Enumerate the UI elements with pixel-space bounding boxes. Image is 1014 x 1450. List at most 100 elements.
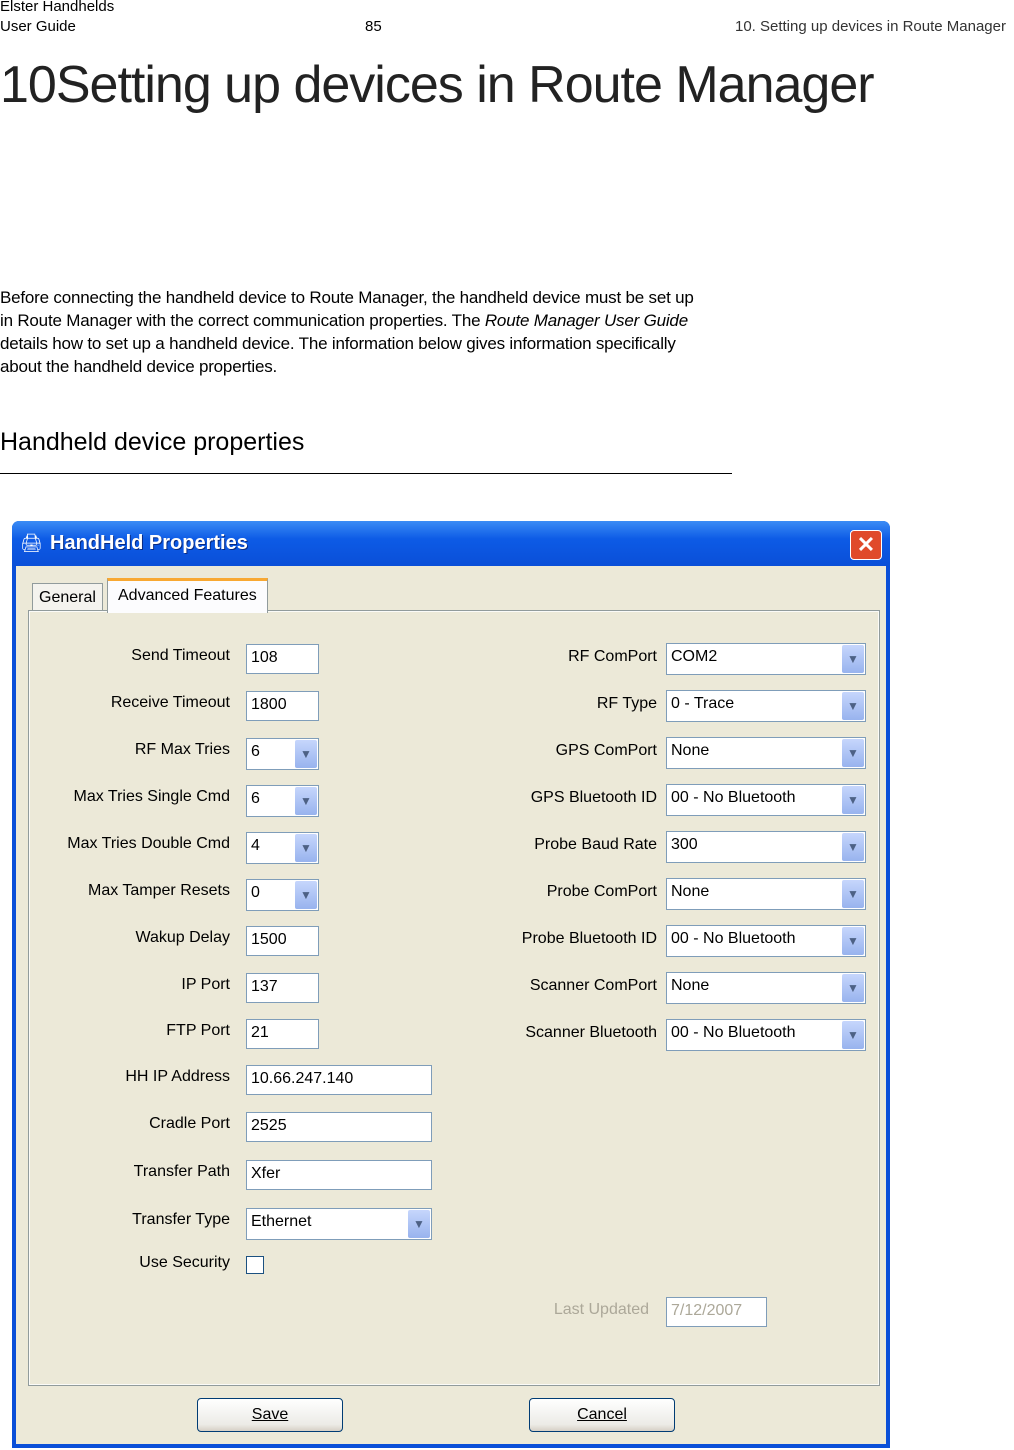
close-button[interactable]: ✕	[850, 530, 882, 560]
field-value: Ethernet	[251, 1213, 312, 1230]
rf-type-select[interactable]: 0 - Trace ▼	[666, 690, 866, 722]
field-value: 300	[671, 836, 698, 853]
probe-bluetooth-id-select[interactable]: 00 - No Bluetooth ▼	[666, 925, 866, 957]
send-timeout-input[interactable]: 108	[246, 644, 319, 674]
intro-paragraph: Before connecting the handheld device to…	[0, 286, 700, 378]
scanner-comport-select[interactable]: None ▼	[666, 972, 866, 1004]
field-label: Max Tries Single Cmd	[73, 788, 231, 805]
field-value: 1500	[251, 931, 287, 948]
field-label: Receive Timeout	[110, 694, 230, 711]
field-value: 108	[251, 649, 278, 666]
rf-max-tries-select[interactable]: 6 ▼	[246, 738, 319, 770]
handheld-icon: 🖨	[20, 533, 43, 553]
chevron-down-icon[interactable]: ▼	[842, 645, 864, 673]
tab-advanced-features[interactable]: Advanced Features	[107, 578, 268, 613]
divider	[0, 473, 732, 474]
cancel-button[interactable]: Cancel	[529, 1398, 675, 1432]
save-label: Save	[251, 1406, 289, 1423]
field-label: Scanner Bluetooth	[525, 1024, 657, 1041]
last-updated-label: Last Updated	[553, 1301, 649, 1318]
field-value: COM2	[671, 648, 718, 665]
chevron-down-icon[interactable]: ▼	[842, 1021, 864, 1049]
field-value: Xfer	[251, 1165, 281, 1182]
chevron-down-icon[interactable]: ▼	[842, 974, 864, 1002]
chevron-down-icon[interactable]: ▼	[842, 786, 864, 814]
field-value: 137	[251, 978, 278, 995]
field-value: 21	[251, 1024, 269, 1041]
dialog-title: HandHeld Properties	[50, 532, 248, 554]
field-value: 6	[251, 743, 260, 760]
chevron-down-icon[interactable]: ▼	[842, 927, 864, 955]
header-doc: User Guide	[0, 18, 76, 35]
field-label: IP Port	[181, 976, 230, 993]
field-value: 00 - No Bluetooth	[671, 1024, 796, 1041]
title-bar[interactable]: 🖨 HandHeld Properties ✕	[12, 521, 890, 566]
receive-timeout-input[interactable]: 1800	[246, 691, 319, 721]
field-label: Probe ComPort	[546, 883, 657, 900]
gps-comport-select[interactable]: None ▼	[666, 737, 866, 769]
chevron-down-icon[interactable]: ▼	[842, 880, 864, 908]
max-tries-single-cmd-select[interactable]: 6 ▼	[246, 785, 319, 817]
chevron-down-icon[interactable]: ▼	[842, 692, 864, 720]
max-tries-double-cmd-select[interactable]: 4 ▼	[246, 832, 319, 864]
save-button[interactable]: Save	[197, 1398, 343, 1432]
chevron-down-icon[interactable]: ▼	[408, 1210, 430, 1238]
wakup-delay-input[interactable]: 1500	[246, 926, 319, 956]
field-label: Probe Bluetooth ID	[521, 930, 657, 947]
field-value: 10.66.247.140	[251, 1070, 354, 1087]
cancel-label: Cancel	[577, 1406, 627, 1423]
chapter-number: 10	[0, 56, 57, 114]
field-value: 2525	[251, 1117, 287, 1134]
field-label: Transfer Type	[132, 1211, 230, 1228]
field-value: 00 - No Bluetooth	[671, 789, 796, 806]
chevron-down-icon[interactable]: ▼	[295, 740, 317, 768]
tab-general[interactable]: General	[32, 583, 103, 610]
field-value: 6	[251, 790, 260, 807]
field-label: Use Security	[139, 1254, 230, 1271]
field-value: 0	[251, 884, 260, 901]
field-value: 1800	[251, 696, 287, 713]
header-company: Elster Handhelds	[0, 0, 115, 15]
rf-comport-select[interactable]: COM2 ▼	[666, 643, 866, 675]
probe-comport-select[interactable]: None ▼	[666, 878, 866, 910]
last-updated-input: 7/12/2007	[666, 1297, 767, 1327]
field-value: None	[671, 883, 710, 900]
chevron-down-icon[interactable]: ▼	[842, 833, 864, 861]
field-value: 0 - Trace	[671, 695, 735, 712]
page-title: 10Setting up devices in Route Manager	[0, 52, 1010, 118]
chevron-down-icon[interactable]: ▼	[295, 881, 317, 909]
field-label: RF ComPort	[568, 648, 657, 665]
field-label: Probe Baud Rate	[534, 836, 657, 853]
section-heading: Handheld device properties	[0, 428, 305, 456]
field-label: Transfer Path	[133, 1163, 230, 1180]
field-label: Cradle Port	[149, 1115, 230, 1132]
field-label: RF Type	[596, 695, 657, 712]
transfer-path-input[interactable]: Xfer	[246, 1160, 432, 1190]
ip-port-input[interactable]: 137	[246, 973, 319, 1003]
field-label: FTP Port	[166, 1022, 230, 1039]
field-label: RF Max Tries	[134, 741, 230, 758]
field-label: Max Tamper Resets	[88, 882, 230, 899]
field-value: 4	[251, 837, 260, 854]
field-label: Send Timeout	[131, 647, 230, 664]
use-security-checkbox[interactable]	[246, 1256, 264, 1274]
intro-text-end: details how to set up a handheld device.…	[0, 334, 676, 376]
gps-bluetooth-id-select[interactable]: 00 - No Bluetooth ▼	[666, 784, 866, 816]
chapter-title: Setting up devices in Route Manager	[55, 56, 875, 114]
cradle-port-input[interactable]: 2525	[246, 1112, 432, 1142]
field-label: Scanner ComPort	[529, 977, 657, 994]
field-label: GPS ComPort	[555, 742, 657, 759]
transfer-type-select[interactable]: Ethernet ▼	[246, 1208, 432, 1240]
chevron-down-icon[interactable]: ▼	[842, 739, 864, 767]
intro-italic: Route Manager User Guide	[484, 311, 688, 330]
probe-baud-rate-select[interactable]: 300 ▼	[666, 831, 866, 863]
chevron-down-icon[interactable]: ▼	[295, 834, 317, 862]
chevron-down-icon[interactable]: ▼	[295, 787, 317, 815]
max-tamper-resets-select[interactable]: 0 ▼	[246, 879, 319, 911]
scanner-bluetooth-select[interactable]: 00 - No Bluetooth ▼	[666, 1019, 866, 1051]
hh-ip-address-input[interactable]: 10.66.247.140	[246, 1065, 432, 1095]
ftp-port-input[interactable]: 21	[246, 1019, 319, 1049]
field-value: None	[671, 742, 710, 759]
field-value: 00 - No Bluetooth	[671, 930, 796, 947]
page-number: 85	[365, 18, 382, 35]
